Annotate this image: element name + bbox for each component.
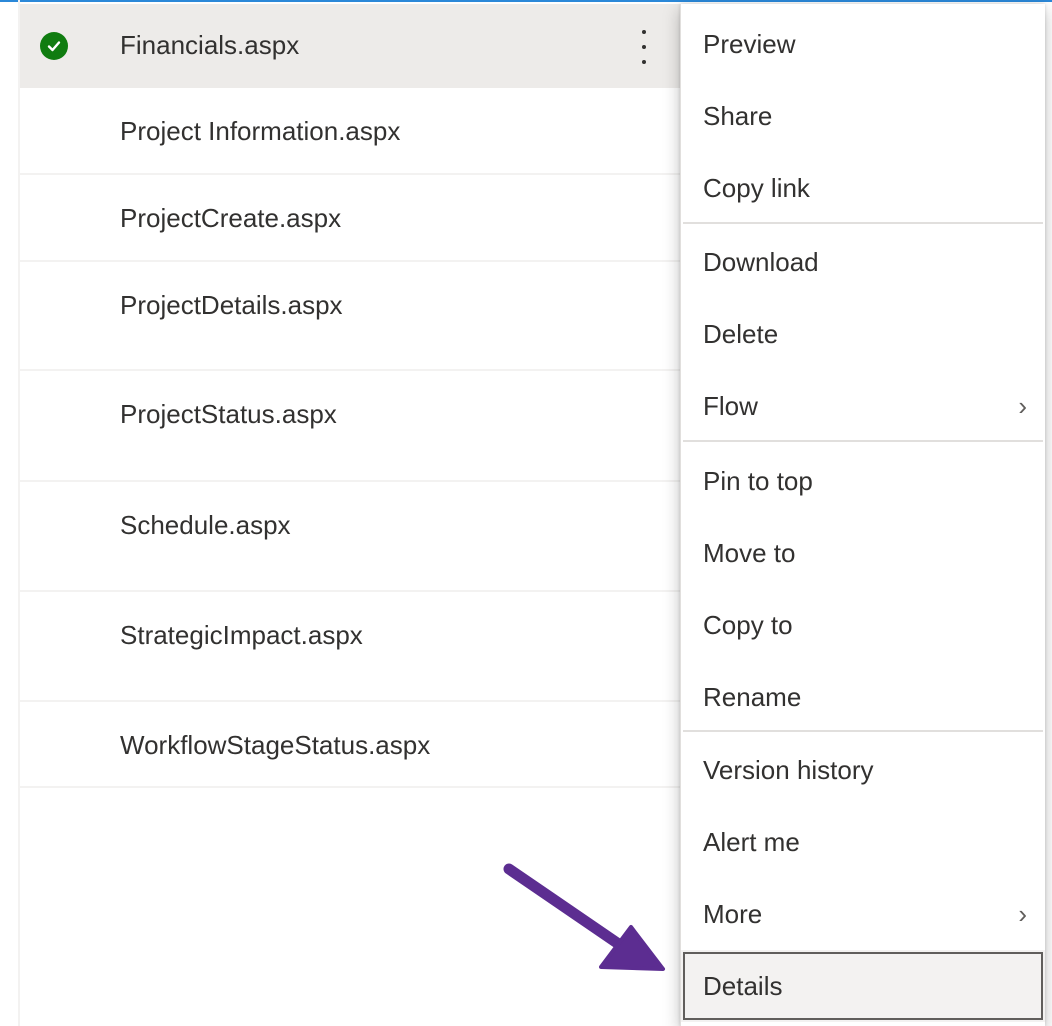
file-row-strategic-impact[interactable]: StrategicImpact.aspx (20, 592, 682, 702)
menu-item-pin-to-top[interactable]: Pin to top (681, 445, 1045, 517)
menu-item-copy-link[interactable]: Copy link (681, 152, 1045, 224)
menu-divider (683, 730, 1043, 732)
file-name[interactable]: StrategicImpact.aspx (120, 620, 363, 651)
file-name[interactable]: WorkflowStageStatus.aspx (120, 730, 430, 761)
more-vertical-icon[interactable] (634, 30, 654, 64)
menu-divider (683, 222, 1043, 224)
file-name[interactable]: ProjectCreate.aspx (120, 203, 341, 234)
top-accent-bar (0, 0, 1052, 2)
menu-item-delete[interactable]: Delete (681, 298, 1045, 370)
file-row-financials[interactable]: Financials.aspx (20, 4, 682, 88)
checkmark-circle-icon[interactable] (40, 32, 68, 60)
file-row-project-status[interactable]: ProjectStatus.aspx (20, 371, 682, 482)
file-row-project-create[interactable]: ProjectCreate.aspx (20, 175, 682, 262)
menu-item-move-to[interactable]: Move to (681, 517, 1045, 589)
menu-item-label: Flow (703, 390, 758, 421)
menu-item-flow[interactable]: Flow › (681, 370, 1045, 442)
file-name[interactable]: Financials.aspx (120, 30, 299, 61)
menu-item-label: More (703, 898, 763, 929)
file-row-schedule[interactable]: Schedule.aspx (20, 482, 682, 592)
menu-divider (683, 440, 1043, 442)
document-library-page: Financials.aspx Project Information.aspx… (0, 0, 1052, 1026)
file-name[interactable]: Schedule.aspx (120, 510, 291, 541)
file-list: Financials.aspx Project Information.aspx… (20, 4, 682, 788)
menu-item-details[interactable]: Details (681, 950, 1045, 1022)
file-name[interactable]: ProjectDetails.aspx (120, 290, 343, 321)
menu-item-version-history[interactable]: Version history (681, 734, 1045, 806)
menu-item-alert-me[interactable]: Alert me (681, 806, 1045, 878)
menu-item-preview[interactable]: Preview (681, 8, 1045, 80)
menu-item-copy-to[interactable]: Copy to (681, 589, 1045, 661)
file-row-project-details[interactable]: ProjectDetails.aspx (20, 262, 682, 371)
menu-item-share[interactable]: Share (681, 80, 1045, 152)
menu-item-more[interactable]: More › (681, 878, 1045, 950)
annotation-arrow-icon (503, 863, 665, 971)
file-name[interactable]: Project Information.aspx (120, 116, 400, 147)
file-name[interactable]: ProjectStatus.aspx (120, 399, 337, 430)
chevron-right-icon: › (1018, 899, 1027, 929)
file-row-project-information[interactable]: Project Information.aspx (20, 88, 682, 175)
context-menu: Preview Share Copy link Download Delete … (680, 4, 1045, 1026)
menu-item-download[interactable]: Download (681, 226, 1045, 298)
chevron-right-icon: › (1018, 391, 1027, 421)
menu-item-rename[interactable]: Rename (681, 661, 1045, 733)
file-row-workflow-stage-status[interactable]: WorkflowStageStatus.aspx (20, 702, 682, 788)
